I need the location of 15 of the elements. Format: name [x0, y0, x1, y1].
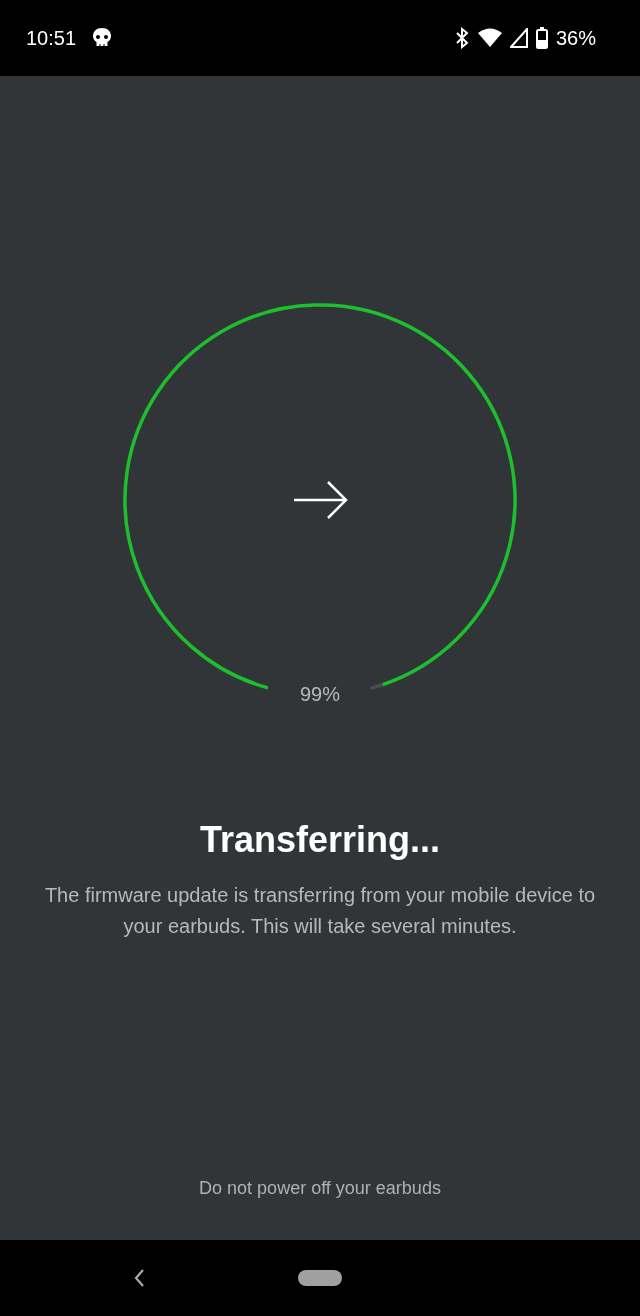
battery-percentage: 36%	[555, 26, 596, 51]
skull-icon	[92, 27, 113, 49]
progress-percentage: 99%	[300, 682, 340, 706]
home-handle[interactable]	[298, 1270, 342, 1286]
wifi-icon	[477, 28, 502, 48]
warning-note: Do not power off your earbuds	[199, 1177, 441, 1200]
arrow-icon	[292, 480, 348, 520]
status-title: Transferring...	[199, 818, 441, 862]
clock-time: 10:51	[26, 26, 77, 51]
status-message: The firmware update is transferring from your mobile device to your earbuds. This will take several minutes.	[43, 883, 597, 939]
progress-track	[370, 682, 385, 690]
bluetooth-icon	[453, 27, 470, 49]
signal-icon	[509, 28, 528, 48]
battery-icon	[535, 27, 548, 49]
back-icon[interactable]	[133, 1269, 145, 1287]
